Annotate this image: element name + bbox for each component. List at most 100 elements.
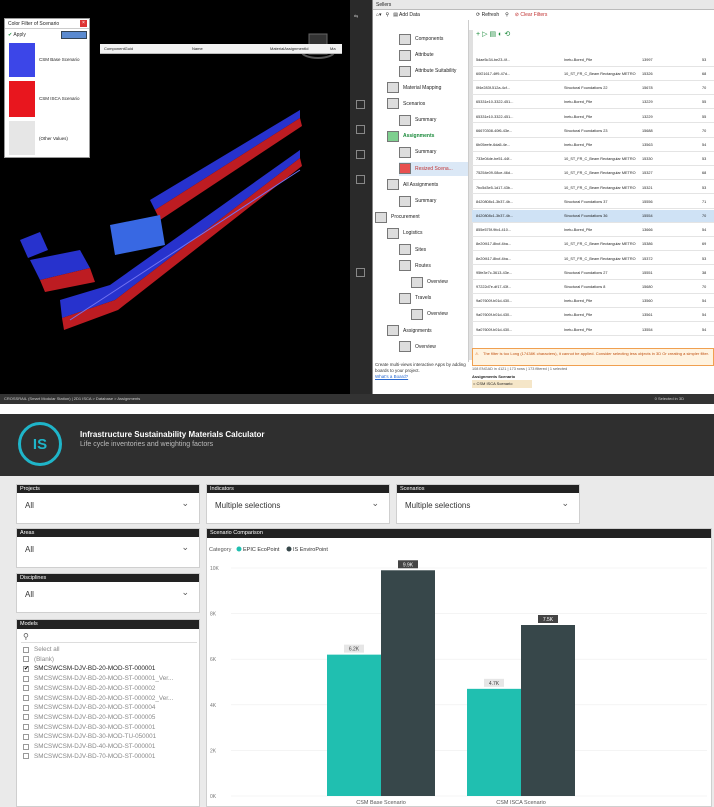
table-row[interactable]: 75254e09-08ce-46d... 10_ST_FR_C_Beam Rect…	[472, 168, 714, 181]
tree-node[interactable]: Summary	[399, 113, 468, 127]
table-row[interactable]: 97222d7e-df17-43f... Structural Foundatio…	[472, 281, 714, 294]
y-tick-label: 10K	[210, 566, 220, 572]
tree-node[interactable]: All Assignments	[387, 178, 468, 192]
tree-node[interactable]: Components	[399, 32, 468, 46]
checkbox-icon[interactable]	[23, 704, 29, 711]
apply-button[interactable]: ✔ Apply	[8, 32, 26, 38]
checkbox-icon[interactable]	[23, 646, 29, 653]
checkbox-icon[interactable]	[23, 675, 29, 682]
collapse-icon[interactable]: ⇆	[354, 14, 358, 20]
table-row[interactable]: 8e20f417-8bcf-4ba... 10_ST_FR_C_Beam Rect…	[472, 253, 714, 266]
model-item[interactable]: SMCSWCSM-DJV-BD-20-MOD-ST-000004	[23, 704, 155, 711]
table-row[interactable]: 5dae5c34-be23-4f... Inetu-Bored_Pile 13997…	[472, 54, 714, 67]
chevron-down-icon[interactable]: ⌄	[181, 587, 189, 598]
model-item[interactable]: SMCSWCSM-DJV-BD-20-MOD-ST-000002_Ver...	[23, 695, 173, 702]
tool-icon[interactable]	[356, 125, 365, 134]
legend-toolbar[interactable]	[61, 31, 87, 39]
grid-actions-icon[interactable]: +▷▤◐⟲	[476, 30, 512, 38]
table-row[interactable]: 7bc5d3e5-1d17-43b... 10_ST_FR_C_Beam Rect…	[472, 182, 714, 195]
table-row[interactable]: 8e20f417-8bcf-4ba... 10_ST_FR_C_Beam Rect…	[472, 239, 714, 252]
table-row[interactable]: 8420808c1-3b37-4b... Structural Foundatio…	[472, 210, 714, 223]
checkbox-icon[interactable]	[23, 724, 29, 731]
search-icon[interactable]: ⚲	[505, 12, 509, 18]
model-item[interactable]: ✔ SMCSWCSM-DJV-BD-20-MOD-ST-000001	[23, 665, 155, 672]
col-header[interactable]: ComponentGuid	[100, 46, 188, 51]
table-row[interactable]: 6b05eefe-6da5-4e... Inetu-Bored_Pile 13563…	[472, 139, 714, 152]
table-row[interactable]: 65331e10-3322-451... Inetu-Bored_Pile 1322…	[472, 97, 714, 110]
assignment-value[interactable]: = CSM ISCA Scenario	[472, 380, 532, 388]
tree-home-icon[interactable]: ⌂▾	[376, 12, 382, 18]
tree-node[interactable]: Summary	[399, 194, 468, 208]
chevron-down-icon[interactable]: ⌄	[181, 498, 189, 509]
tree-search-icon[interactable]: ⚲	[386, 12, 390, 18]
chevron-down-icon[interactable]: ⌄	[371, 498, 379, 509]
tree-node[interactable]: Assignments	[387, 129, 468, 143]
table-row[interactable]: 95fe3e7c-3613-43e... Structural Foundatio…	[472, 267, 714, 280]
add-data-button[interactable]: ▤ Add Data	[393, 12, 420, 18]
refresh-button[interactable]: ⟳ Refresh	[476, 12, 499, 18]
table-row[interactable]: 855e575f-9fc4-410... Inetu-Bored_Pile 1366…	[472, 224, 714, 237]
tree-node[interactable]: Material Mapping	[387, 81, 468, 95]
tree-node[interactable]: Logistics	[387, 226, 468, 240]
tree-node[interactable]: Attribute Suitability	[399, 64, 468, 78]
col-header[interactable]: MaterialAssignmentId	[266, 46, 326, 51]
model-item[interactable]: Select all	[23, 646, 60, 653]
scenarios-slicer[interactable]: Scenarios Multiple selections ⌄	[396, 484, 580, 524]
clear-filters-button[interactable]: ⊘ Clear Filters	[515, 12, 548, 18]
chevron-down-icon[interactable]: ⌄	[181, 542, 189, 553]
checkbox-icon[interactable]	[23, 753, 29, 760]
table-row[interactable]: 9a07600f-b01d-430... Inetu-Bored_Pile 1355…	[472, 324, 714, 337]
tree-node[interactable]: Overview	[411, 275, 468, 289]
checkbox-icon[interactable]	[23, 733, 29, 740]
table-row[interactable]: 9a07600f-b01d-430... Inetu-Bored_Pile 1356…	[472, 295, 714, 308]
tree-node[interactable]: Assignments	[387, 324, 468, 338]
checkbox-checked-icon[interactable]: ✔	[23, 665, 29, 672]
tree-node[interactable]: Procurement	[375, 210, 468, 224]
3d-viewer[interactable]: Color Filter of Scenario × ✔ Apply CSM Ba…	[0, 0, 350, 404]
model-item[interactable]: SMCSWCSM-DJV-BD-30-MOD-ST-000001	[23, 724, 155, 731]
tree-node[interactable]: Scenarios	[387, 97, 468, 111]
checkbox-icon[interactable]	[23, 685, 29, 692]
model-item[interactable]: SMCSWCSM-DJV-BD-20-MOD-ST-000005	[23, 714, 155, 721]
table-row[interactable]: 733e04de-be51-44f... 10_ST_FR_C_Beam Rect…	[472, 153, 714, 166]
table-row[interactable]: 66670308-40f6-43e... Structural Foundatio…	[472, 125, 714, 138]
checkbox-icon[interactable]	[23, 743, 29, 750]
tree-node[interactable]: Overview	[411, 307, 468, 321]
chevron-down-icon[interactable]: ⌄	[561, 498, 569, 509]
close-icon[interactable]: ×	[80, 20, 87, 27]
areas-slicer[interactable]: Areas All ⌄	[16, 528, 200, 568]
table-row[interactable]: 0f4e283f-512a-4cf... Structural Foundatio…	[472, 82, 714, 95]
model-item[interactable]: SMCSWCSM-DJV-BD-70-MOD-ST-000001	[23, 753, 155, 760]
tree-node[interactable]: Resized Scena...	[399, 161, 468, 176]
tree-node[interactable]: Routes	[399, 259, 468, 273]
tree-node[interactable]: Travels	[399, 291, 468, 305]
model-item[interactable]: (Blank)	[23, 656, 54, 663]
tree-node[interactable]: Summary	[399, 145, 468, 159]
tool-icon[interactable]	[356, 175, 365, 184]
checkbox-icon[interactable]	[23, 695, 29, 701]
projects-slicer[interactable]: Projects All ⌄	[16, 484, 200, 524]
indicators-slicer[interactable]: Indicators Multiple selections ⌄	[206, 484, 390, 524]
checkbox-icon[interactable]	[23, 714, 29, 721]
search-icon[interactable]: ⚲	[23, 632, 29, 641]
tool-icon[interactable]	[356, 268, 365, 277]
tree-node[interactable]: Attribute	[399, 48, 468, 62]
col-header[interactable]: Name	[188, 46, 266, 51]
col-header[interactable]: Ma	[326, 46, 340, 51]
table-row[interactable]: 8420808c1-3b37-4b... Structural Foundatio…	[472, 196, 714, 209]
checkbox-icon[interactable]	[23, 656, 29, 663]
table-row[interactable]: 9a07600f-b01d-430... Inetu-Bored_Pile 1356…	[472, 310, 714, 323]
legend-title: Category	[209, 547, 232, 553]
disciplines-slicer[interactable]: Disciplines All ⌄	[16, 573, 200, 613]
board-help-link[interactable]: What's a Board?	[375, 374, 408, 379]
table-row[interactable]: 60f21617-4ff9-47d... 10_ST_FR_C_Beam Rect…	[472, 68, 714, 81]
tree-node[interactable]: Sites	[399, 243, 468, 257]
model-item[interactable]: SMCSWCSM-DJV-BD-30-MOD-TU-050001	[23, 733, 156, 740]
model-item[interactable]: SMCSWCSM-DJV-BD-20-MOD-ST-000001_Ver...	[23, 675, 173, 682]
tool-icon[interactable]	[356, 150, 365, 159]
model-item[interactable]: SMCSWCSM-DJV-BD-20-MOD-ST-000002	[23, 685, 155, 692]
tool-icon[interactable]	[356, 100, 365, 109]
tree-node[interactable]: Overview	[399, 340, 468, 354]
table-row[interactable]: 65331e10-3322-451... Inetu-Bored_Pile 1322…	[472, 111, 714, 124]
model-item[interactable]: SMCSWCSM-DJV-BD-40-MOD-ST-000001	[23, 743, 155, 750]
